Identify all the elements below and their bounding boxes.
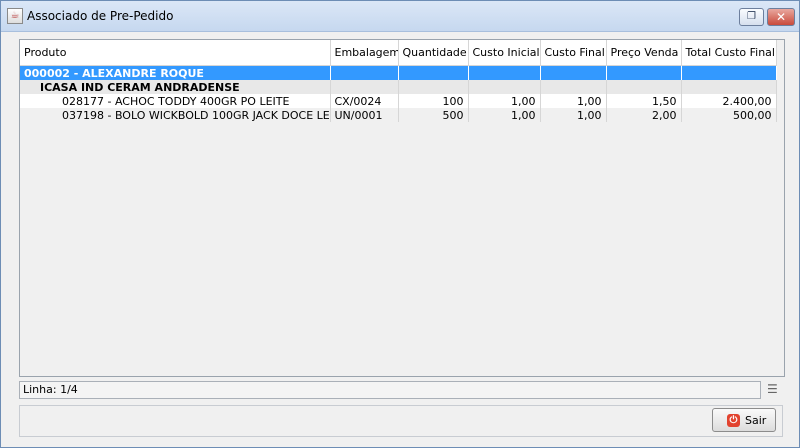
- cell-produto: 000002 - ALEXANDRE ROQUE: [20, 65, 331, 80]
- title-bar[interactable]: ☕ Associado de Pre-Pedido ❐ ✕: [1, 1, 799, 32]
- cell-preco-venda: [606, 65, 682, 80]
- close-button[interactable]: ✕: [767, 8, 795, 26]
- close-icon: ✕: [775, 10, 787, 24]
- table-row[interactable]: 037198 - BOLO WICKBOLD 100GR JACK DOCE L…: [20, 108, 777, 122]
- table-row-selected[interactable]: 000002 - ALEXANDRE ROQUE: [20, 65, 777, 80]
- restore-button[interactable]: ❐: [739, 8, 764, 26]
- cell-produto: 028177 - ACHOC TODDY 400GR PO LEITE: [20, 94, 331, 108]
- java-cup-icon: ☕: [7, 8, 23, 24]
- cell-preco-venda: [606, 80, 682, 94]
- cell-preco-venda: 2,00: [606, 108, 682, 122]
- cell-produto: 037198 - BOLO WICKBOLD 100GR JACK DOCE L…: [20, 108, 331, 122]
- cell-quantidade: 100: [398, 94, 469, 108]
- cell-quantidade: [398, 80, 469, 94]
- hamburger-icon[interactable]: ☰: [767, 383, 779, 395]
- cell-total-custo-final: [681, 65, 777, 80]
- window-title: Associado de Pre-Pedido: [27, 9, 174, 23]
- cell-custo-inicial: [468, 80, 541, 94]
- cell-embalagem: UN/0001: [330, 108, 399, 122]
- col-total-custo-final[interactable]: Total Custo Final: [681, 40, 777, 66]
- sair-label: Sair: [745, 414, 767, 427]
- col-embalagem[interactable]: Embalagem: [330, 40, 399, 66]
- cell-embalagem: [330, 65, 399, 80]
- cell-preco-venda: 1,50: [606, 94, 682, 108]
- col-produto[interactable]: Produto: [20, 40, 331, 66]
- cell-custo-final: 1,00: [540, 108, 607, 122]
- table-row-group[interactable]: ICASA IND CERAM ANDRADENSE: [20, 80, 777, 94]
- restore-icon: ❐: [747, 11, 756, 22]
- cell-embalagem: [330, 80, 399, 94]
- cell-total-custo-final: [681, 80, 777, 94]
- cell-custo-final: [540, 65, 607, 80]
- cell-custo-final: [540, 80, 607, 94]
- items-table: Produto Embalagem Quantidade Custo Inici…: [20, 40, 777, 122]
- cell-total-custo-final: 500,00: [681, 108, 777, 122]
- cell-custo-inicial: 1,00: [468, 108, 541, 122]
- sair-button[interactable]: ⏻ Sair: [712, 408, 776, 432]
- table-row[interactable]: 028177 - ACHOC TODDY 400GR PO LEITE CX/0…: [20, 94, 777, 108]
- cell-custo-inicial: 1,00: [468, 94, 541, 108]
- items-grid[interactable]: Produto Embalagem Quantidade Custo Inici…: [19, 39, 785, 377]
- table-header: Produto Embalagem Quantidade Custo Inici…: [20, 40, 777, 66]
- col-quantidade[interactable]: Quantidade: [398, 40, 469, 66]
- cell-total-custo-final: 2.400,00: [681, 94, 777, 108]
- status-bar: Linha: 1/4: [19, 381, 761, 399]
- button-panel: ⏻ Sair: [19, 405, 783, 437]
- cell-produto: ICASA IND CERAM ANDRADENSE: [20, 80, 331, 94]
- cell-quantidade: 500: [398, 108, 469, 122]
- power-icon: ⏻: [727, 414, 740, 427]
- col-custo-final[interactable]: Custo Final: [540, 40, 607, 66]
- cell-embalagem: CX/0024: [330, 94, 399, 108]
- app-window: ☕ Associado de Pre-Pedido ❐ ✕ Produto Em…: [0, 0, 800, 448]
- cell-quantidade: [398, 65, 469, 80]
- status-text: Linha: 1/4: [23, 383, 78, 396]
- col-preco-venda[interactable]: Preço Venda: [606, 40, 682, 66]
- cell-custo-inicial: [468, 65, 541, 80]
- cell-custo-final: 1,00: [540, 94, 607, 108]
- col-custo-inicial[interactable]: Custo Inicial: [468, 40, 541, 66]
